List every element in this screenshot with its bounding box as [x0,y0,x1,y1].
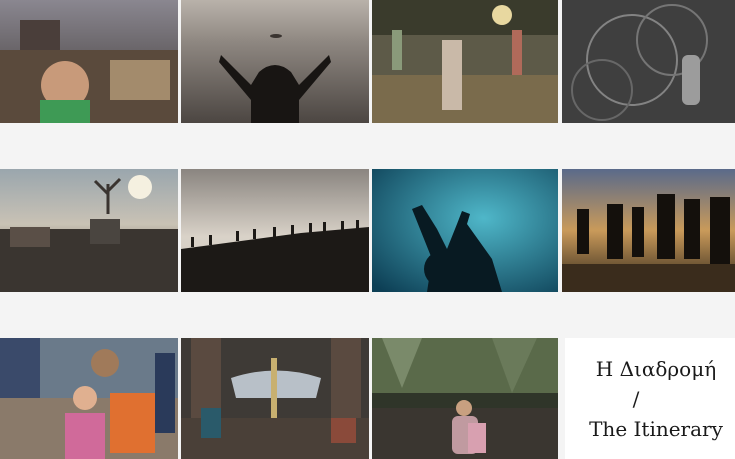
caption-separator: / [632,386,640,411]
photo-hands-blue-tarp[interactable] [372,169,558,292]
photo-boat-shelter[interactable] [181,338,369,459]
photo-man-child-lifejacket[interactable] [0,338,178,459]
caption-block: Η Διαδρομή / The Itinerary [565,338,735,459]
caption-title-english: The Itinerary [589,416,723,441]
photo-silhouette-line[interactable] [181,169,369,292]
photo-fence-night[interactable] [372,0,558,123]
photo-raised-arms-sea[interactable] [181,0,369,123]
photo-woman-rocks[interactable] [372,338,558,459]
photo-night-walkers[interactable] [562,169,735,292]
photo-barbed-wire-hand[interactable] [562,0,735,123]
photo-child-crowd[interactable] [0,0,178,123]
caption-title-greek: Η Διαδρομή [595,356,717,381]
photo-camp-tree[interactable] [0,169,178,292]
